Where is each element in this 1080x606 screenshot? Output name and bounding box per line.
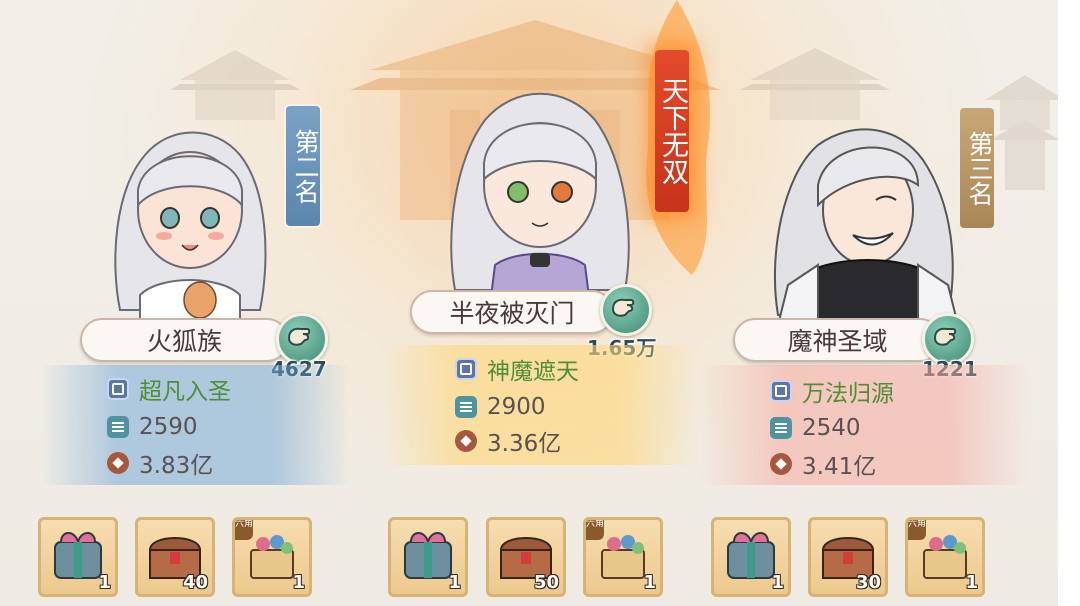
realm-text: 万法归源 bbox=[802, 381, 894, 407]
pagoda-silhouette-far-right bbox=[985, 75, 1065, 190]
reward-quantity: 1 bbox=[771, 572, 784, 593]
realm-icon bbox=[107, 378, 129, 400]
power-row: 3.41亿 bbox=[770, 447, 876, 481]
level-value: 2540 bbox=[802, 415, 861, 441]
reward-item-gift-box[interactable]: 1 bbox=[388, 517, 468, 597]
realm-row: 超凡入圣 bbox=[107, 372, 231, 406]
reward-quantity: 1 bbox=[448, 572, 461, 593]
reward-item-ornate-chest[interactable]: 六角 1 bbox=[232, 517, 312, 597]
reward-item-ornate-chest[interactable]: 六角 1 bbox=[905, 517, 985, 597]
fist-icon bbox=[287, 327, 311, 346]
realm-text: 超凡入圣 bbox=[139, 379, 231, 405]
reward-quantity: 30 bbox=[855, 572, 881, 593]
reward-quantity: 1 bbox=[643, 572, 656, 593]
realm-row: 万法归源 bbox=[770, 374, 894, 408]
reward-item-treasure-chest[interactable]: 50 bbox=[486, 517, 566, 597]
level-value: 2590 bbox=[139, 414, 198, 440]
reward-quantity: 50 bbox=[533, 572, 559, 593]
rank-banner-second: 第二名 bbox=[286, 106, 320, 226]
reward-quantity: 40 bbox=[182, 572, 208, 593]
player-name-plate[interactable]: 火狐族 bbox=[80, 318, 289, 362]
combat-power-icon bbox=[770, 453, 792, 475]
reward-quantity: 1 bbox=[965, 572, 978, 593]
combat-power-value: 3.36亿 bbox=[487, 431, 562, 457]
realm-icon bbox=[455, 358, 477, 380]
combat-power-value: 3.83亿 bbox=[139, 453, 214, 479]
combat-power-icon bbox=[107, 452, 129, 474]
character-portrait-fox-girl[interactable] bbox=[100, 110, 280, 330]
realm-text: 神魔遮天 bbox=[487, 359, 579, 385]
reward-item-treasure-chest[interactable]: 40 bbox=[135, 517, 215, 597]
rank-banner-first: 天下无双 bbox=[655, 50, 689, 212]
fist-icon bbox=[611, 298, 635, 317]
realm-icon bbox=[770, 380, 792, 402]
player-name-plate[interactable]: 半夜被灭门 bbox=[410, 290, 614, 334]
like-fist-icon[interactable] bbox=[600, 284, 652, 336]
realm-row: 神魔遮天 bbox=[455, 352, 579, 386]
fist-icon bbox=[933, 327, 957, 346]
combat-power-icon bbox=[455, 430, 477, 452]
level-row: 2590 bbox=[107, 410, 198, 444]
level-row: 2900 bbox=[455, 390, 546, 424]
reward-tag: 六角 bbox=[235, 520, 253, 540]
player-name-plate[interactable]: 魔神圣域 bbox=[733, 318, 942, 362]
reward-item-treasure-chest[interactable]: 30 bbox=[808, 517, 888, 597]
level-icon bbox=[455, 396, 477, 418]
character-portrait-smiling-man[interactable] bbox=[758, 115, 968, 325]
rank-banner-third: 第三名 bbox=[960, 108, 994, 228]
level-icon bbox=[107, 416, 129, 438]
reward-item-ornate-chest[interactable]: 六角 1 bbox=[583, 517, 663, 597]
power-row: 3.83亿 bbox=[107, 446, 213, 480]
level-value: 2900 bbox=[487, 394, 546, 420]
reward-quantity: 1 bbox=[292, 572, 305, 593]
reward-item-gift-box[interactable]: 1 bbox=[711, 517, 791, 597]
combat-power-value: 3.41亿 bbox=[802, 454, 877, 480]
reward-quantity: 1 bbox=[98, 572, 111, 593]
reward-tag: 六角 bbox=[908, 520, 926, 540]
reward-tag: 六角 bbox=[586, 520, 604, 540]
level-row: 2540 bbox=[770, 411, 861, 445]
character-portrait-heterochromia-girl[interactable] bbox=[440, 75, 640, 305]
screen-edge bbox=[1058, 0, 1080, 606]
power-row: 3.36亿 bbox=[455, 424, 561, 458]
level-icon bbox=[770, 417, 792, 439]
reward-item-gift-box[interactable]: 1 bbox=[38, 517, 118, 597]
